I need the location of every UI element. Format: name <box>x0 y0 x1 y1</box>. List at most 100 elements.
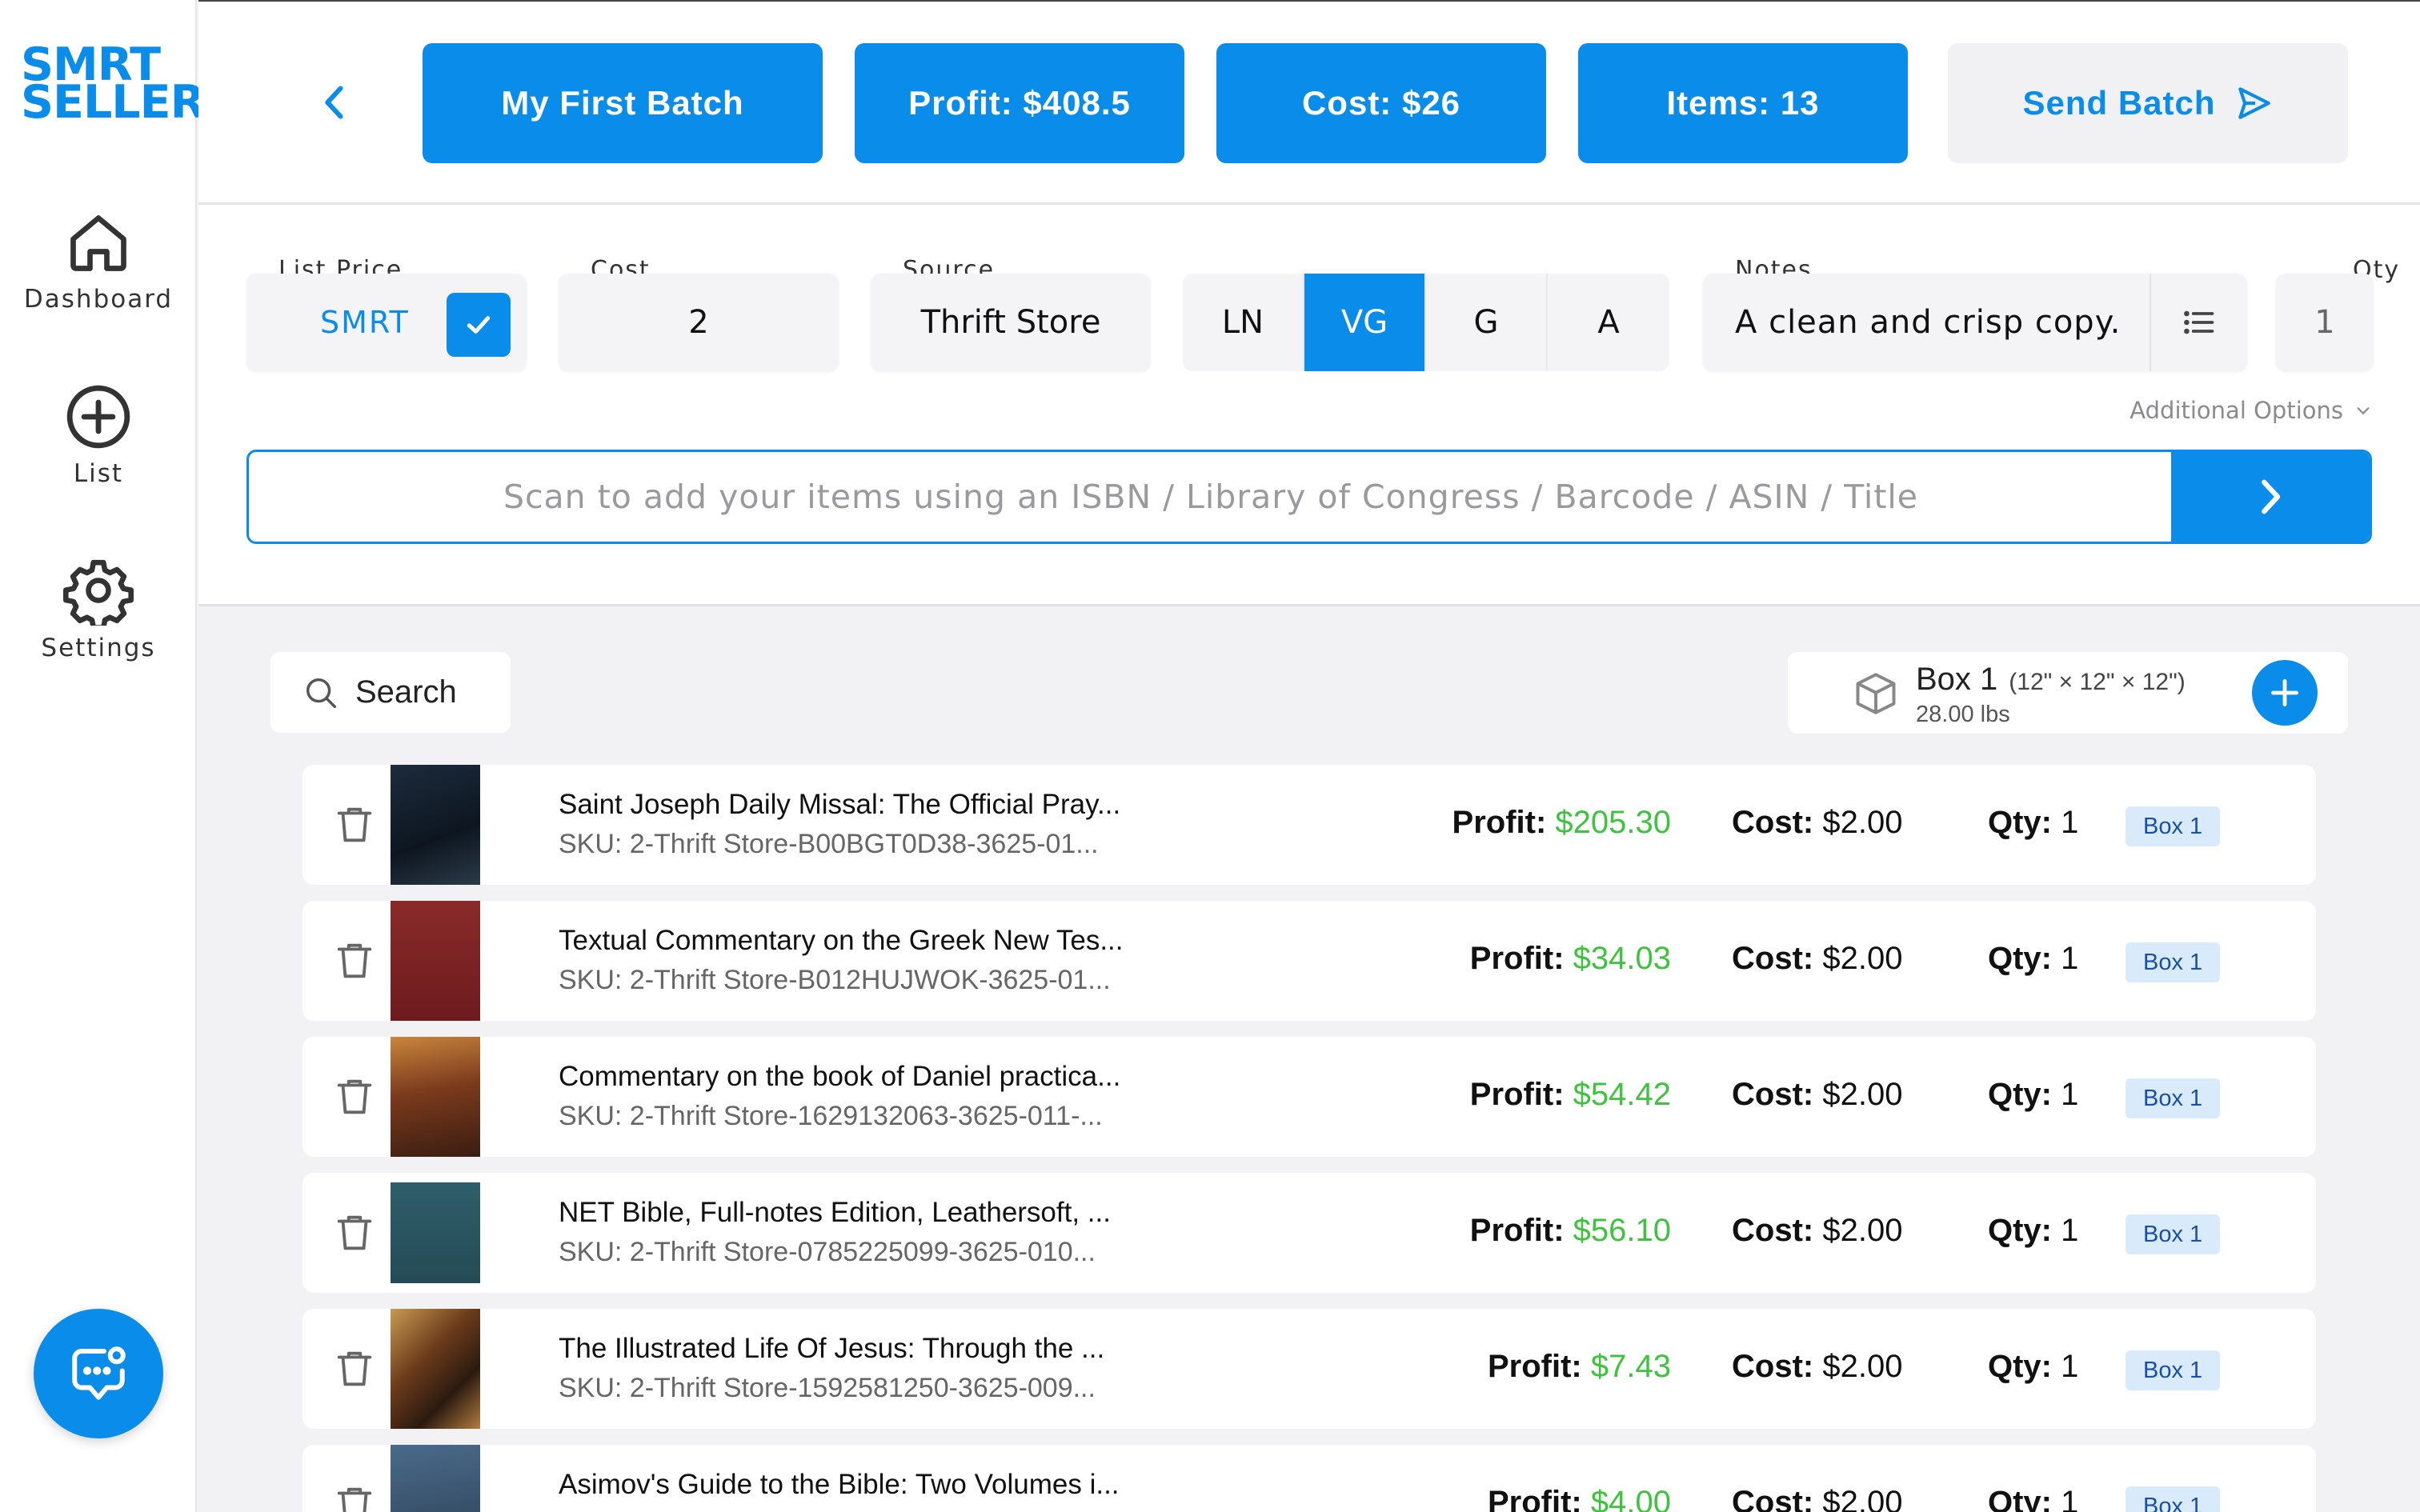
item-title: The Illustrated Life Of Jesus: Through t… <box>559 1333 1105 1364</box>
gear-icon <box>63 559 134 626</box>
sidebar-item-label: List <box>73 459 124 488</box>
box-weight: 28.00 lbs <box>1916 702 2010 727</box>
sidebar-item-label: Settings <box>41 634 156 662</box>
item-row[interactable]: The Illustrated Life Of Jesus: Through t… <box>302 1309 2316 1429</box>
search-box[interactable]: Search <box>270 652 511 733</box>
item-qty: Qty: 1 <box>1988 1077 2078 1113</box>
item-cost: Cost: $2.00 <box>1732 805 1902 841</box>
box-icon <box>1856 673 1896 714</box>
cost-label: Cost: <box>1732 1077 1814 1112</box>
box-badge[interactable]: Box 1 <box>2126 1078 2221 1118</box>
profit-label: Profit: <box>1469 1077 1565 1112</box>
cost-label: Cost: <box>1732 805 1814 840</box>
qty-label: Qty: <box>1988 1213 2052 1248</box>
search-label: Search <box>355 674 457 710</box>
condition-a[interactable]: A <box>1548 274 1669 371</box>
qty-label: Qty: <box>1988 805 2052 840</box>
trash-icon[interactable] <box>331 938 378 984</box>
book-cover-thumbnail <box>391 765 480 885</box>
item-sku: SKU: 2-Thrift Store-B00BGT0D38-3625-01..… <box>559 829 1099 859</box>
qty-label: Qty: <box>1988 1349 2052 1384</box>
item-qty: Qty: 1 <box>1988 805 2078 841</box>
item-row[interactable]: Asimov's Guide to the Bible: Two Volumes… <box>302 1445 2316 1512</box>
cost-value: $2.00 <box>1822 1077 1903 1112</box>
box-name: Box 1 (12" × 12" × 12") <box>1916 662 2186 697</box>
cost-value: $2.00 <box>1822 941 1903 976</box>
qty-field[interactable]: 1 <box>2276 274 2374 371</box>
condition-g[interactable]: G <box>1426 274 1548 371</box>
list-price-field[interactable]: SMRT <box>246 274 527 371</box>
item-cost: Cost: $2.00 <box>1732 941 1902 977</box>
sidebar-item-settings[interactable]: Settings <box>0 555 197 662</box>
book-cover-thumbnail <box>391 1173 480 1293</box>
item-row[interactable]: Saint Joseph Daily Missal: The Official … <box>302 765 2316 885</box>
list-price-value: SMRT <box>320 305 410 340</box>
cost-field[interactable]: 2 <box>559 274 839 371</box>
cost-value: $2.00 <box>1822 1213 1903 1248</box>
profit-value: $205.30 <box>1555 805 1671 840</box>
item-sku: SKU: 2-Thrift Store-0785225099-3625-010.… <box>559 1237 1096 1267</box>
cost-value: $2.00 <box>1822 805 1903 840</box>
book-cover-thumbnail <box>391 1037 480 1157</box>
add-box-button[interactable] <box>2252 660 2318 726</box>
list-price-checkbox[interactable] <box>447 293 511 357</box>
smrt-seller-logo[interactable]: SMRT SELLER <box>21 42 205 126</box>
box-badge[interactable]: Box 1 <box>2126 1350 2221 1390</box>
batch-profit-button[interactable]: Profit: $408.5 <box>855 43 1184 163</box>
trash-icon[interactable] <box>331 802 378 848</box>
item-title: Textual Commentary on the Greek New Tes.… <box>559 925 1124 956</box>
trash-icon[interactable] <box>331 1482 378 1512</box>
book-cover-thumbnail <box>391 1445 480 1512</box>
sidebar-item-dashboard[interactable]: Dashboard <box>0 210 197 314</box>
item-sku: SKU: 2-Thrift Store-B012HUJWOK-3625-01..… <box>559 965 1111 995</box>
home-icon <box>70 215 126 271</box>
cost-label: Cost: <box>1732 1213 1814 1248</box>
notes-templates-button[interactable] <box>2150 274 2247 371</box>
batch-name-button[interactable]: My First Batch <box>423 43 823 163</box>
notes-value: A clean and crisp copy. <box>1735 304 2122 341</box>
sidebar-item-list[interactable]: List <box>0 382 197 488</box>
box-card[interactable]: Box 1 (12" × 12" × 12") 28.00 lbs <box>1788 652 2348 734</box>
source-select[interactable]: Thrift Store <box>871 274 1151 371</box>
batch-items-button[interactable]: Items: 13 <box>1578 43 1908 163</box>
item-title: NET Bible, Full-notes Edition, Leatherso… <box>559 1197 1111 1228</box>
sidebar-item-label: Dashboard <box>23 285 174 314</box>
back-button[interactable] <box>311 78 359 126</box>
listing-form: List Price SMRT Cost 2 Source Thrift Sto… <box>198 205 2420 606</box>
qty-label: Qty: <box>1988 1077 2052 1112</box>
scan-input[interactable] <box>249 452 2173 542</box>
item-qty: Qty: 1 <box>1988 941 2078 977</box>
condition-ln[interactable]: LN <box>1183 274 1304 371</box>
item-title: Asimov's Guide to the Bible: Two Volumes… <box>559 1469 1120 1500</box>
item-cost: Cost: $2.00 <box>1732 1213 1902 1249</box>
trash-icon[interactable] <box>331 1210 378 1256</box>
profit-label: Profit: <box>1469 941 1565 976</box>
box-badge[interactable]: Box 1 <box>2126 806 2221 846</box>
item-row[interactable]: Commentary on the book of Daniel practic… <box>302 1037 2316 1157</box>
condition-vg[interactable]: VG <box>1304 274 1426 371</box>
box-badge[interactable]: Box 1 <box>2126 942 2221 982</box>
cost-value: $2.00 <box>1822 1485 1903 1512</box>
trash-icon[interactable] <box>331 1346 378 1392</box>
qty-label: Qty: <box>1988 1485 2052 1512</box>
trash-icon[interactable] <box>331 1074 378 1120</box>
batch-cost-button[interactable]: Cost: $26 <box>1216 43 1546 163</box>
item-row[interactable]: Textual Commentary on the Greek New Tes.… <box>302 901 2316 1021</box>
send-batch-button[interactable]: Send Batch <box>1948 43 2348 163</box>
item-profit: Profit: $54.42 <box>1470 1077 1671 1113</box>
scan-submit-button[interactable] <box>2171 452 2370 542</box>
book-cover-thumbnail <box>391 1309 480 1429</box>
box-badge[interactable]: Box 1 <box>2126 1486 2221 1512</box>
qty-value: 1 <box>2061 805 2079 840</box>
chat-button[interactable] <box>34 1309 163 1438</box>
cost-label: Cost: <box>1732 1485 1814 1512</box>
profit-value: $7.43 <box>1590 1349 1671 1384</box>
cost-value: 2 <box>688 304 709 341</box>
profit-value: $56.10 <box>1573 1213 1671 1248</box>
qty-value: 1 <box>2061 1349 2079 1384</box>
item-row[interactable]: NET Bible, Full-notes Edition, Leatherso… <box>302 1173 2316 1293</box>
additional-options-toggle[interactable]: Additional Options <box>2130 397 2372 424</box>
notes-field[interactable]: A clean and crisp copy. <box>1703 274 2247 371</box>
box-badge[interactable]: Box 1 <box>2126 1214 2221 1254</box>
profit-label: Profit: <box>1469 1213 1565 1248</box>
